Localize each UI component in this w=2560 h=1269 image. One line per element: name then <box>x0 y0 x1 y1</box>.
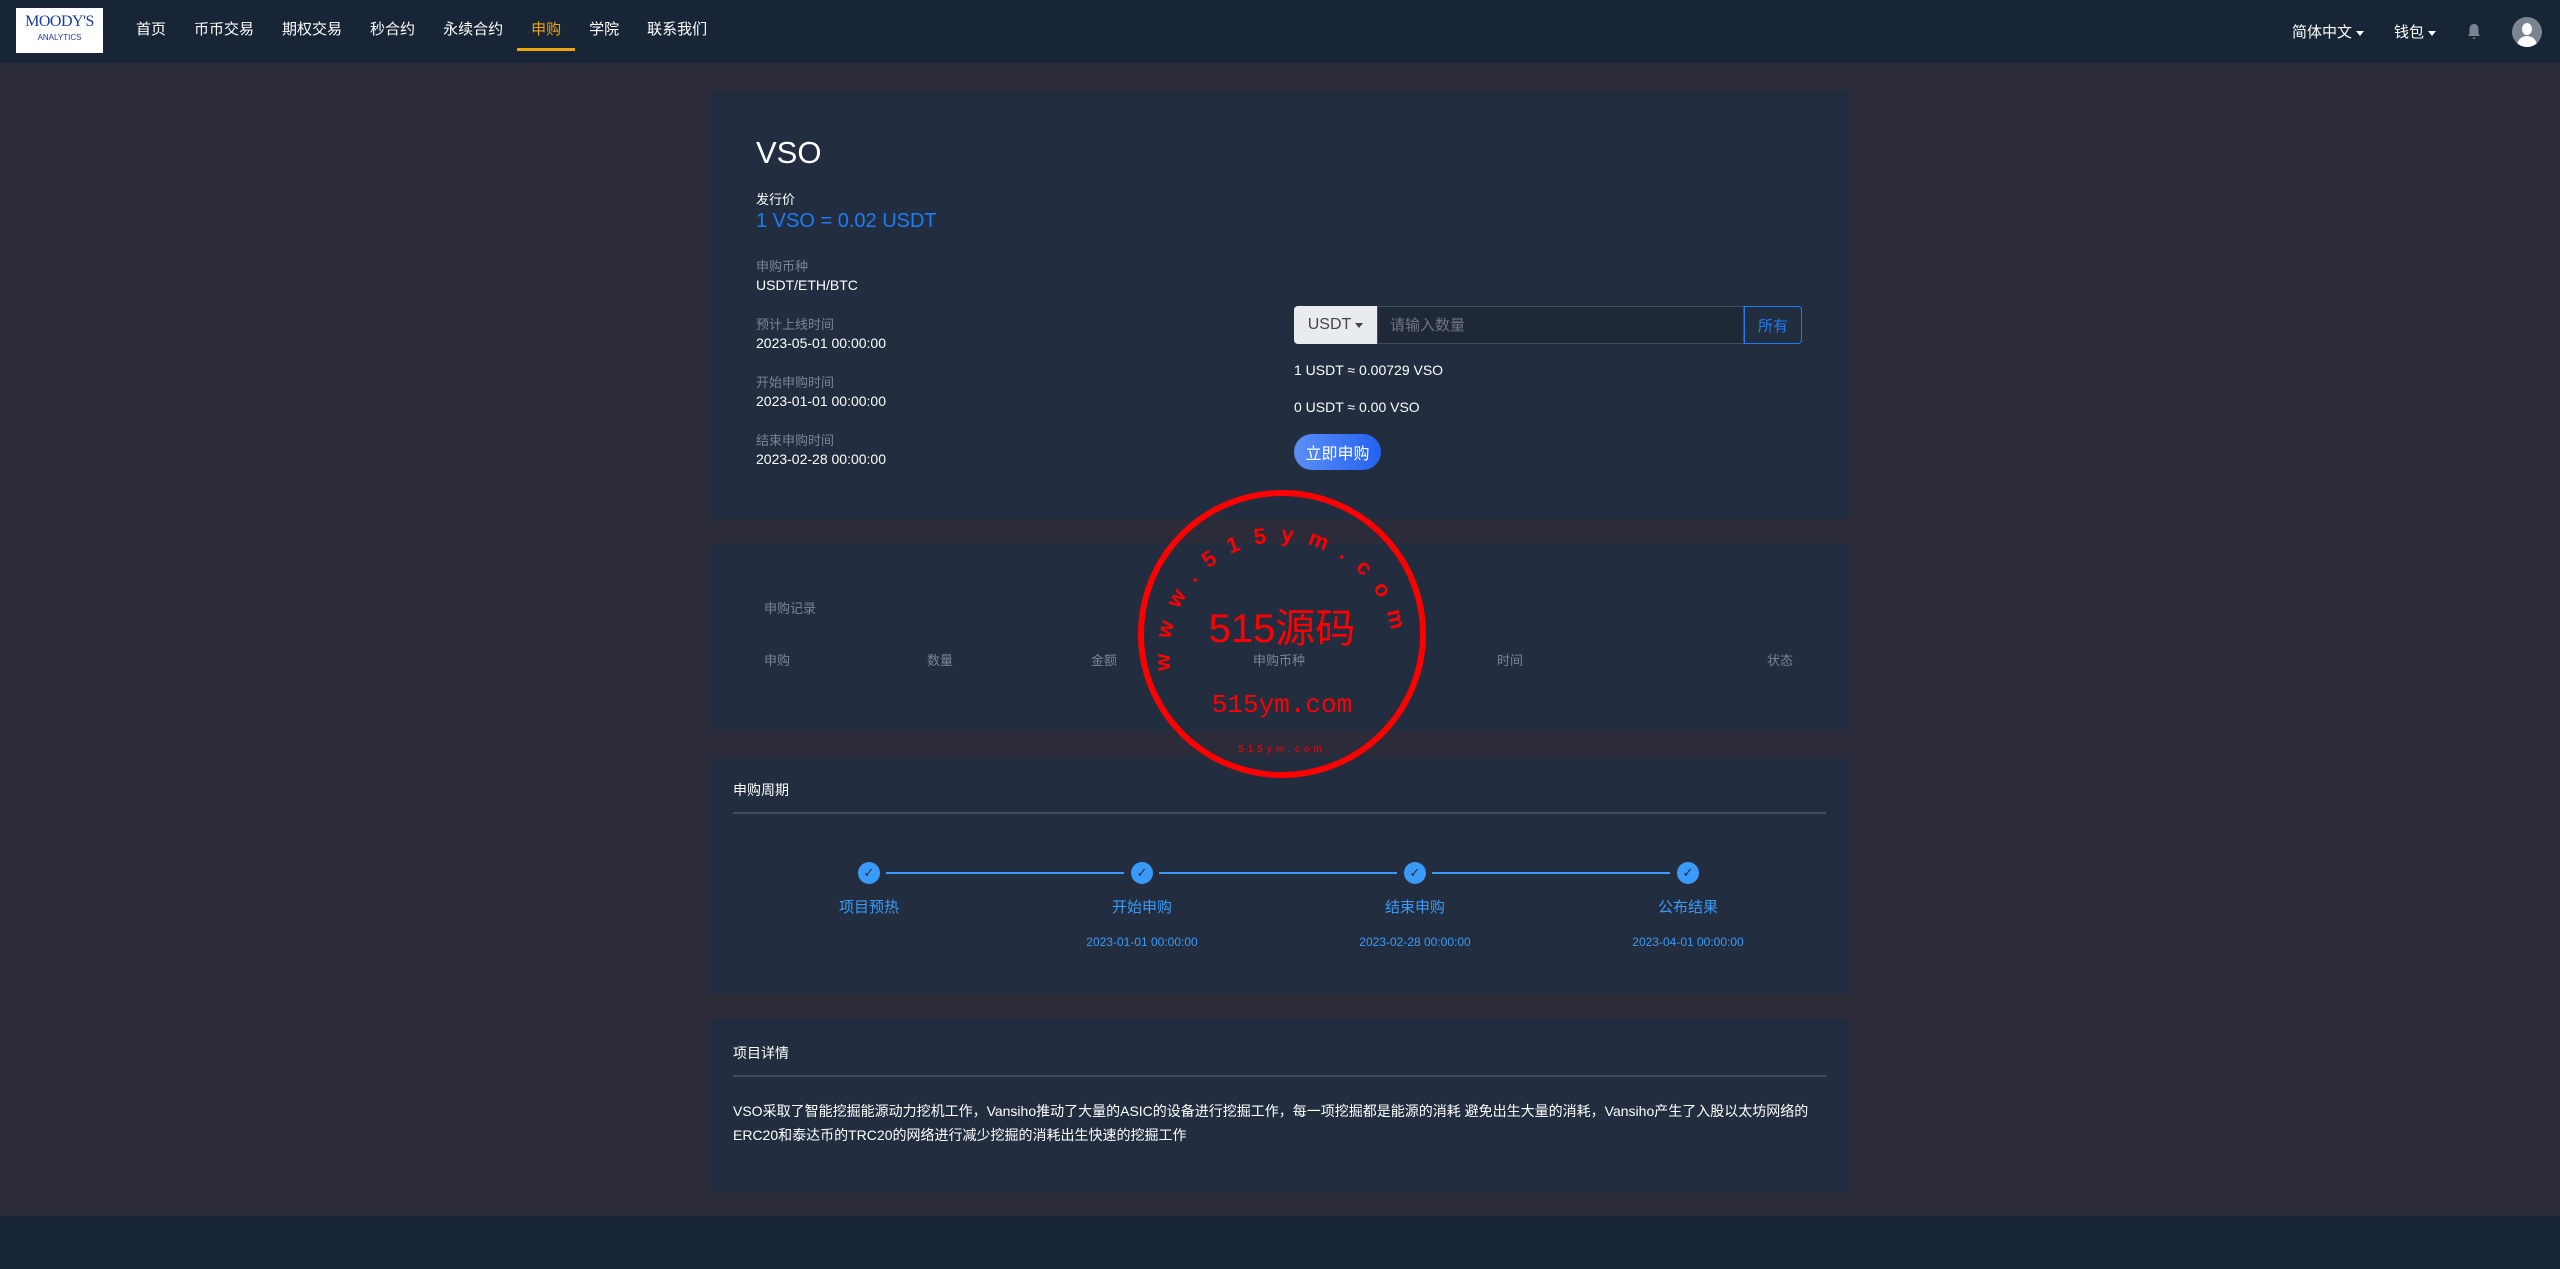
divider <box>733 812 1826 814</box>
field-value: USDT/ETH/BTC <box>756 277 858 293</box>
nav-options[interactable]: 期权交易 <box>268 0 356 63</box>
subscribe-form: USDT 所有 <box>1294 306 1802 344</box>
nav-contact[interactable]: 联系我们 <box>633 0 721 63</box>
records-title: 申购记录 <box>764 601 817 616</box>
field-label: 预计上线时间 <box>756 317 835 332</box>
field-value: 2023-05-01 00:00:00 <box>756 335 886 351</box>
wallet-dropdown[interactable]: 钱包 <box>2394 21 2436 42</box>
field-value: 2023-01-01 00:00:00 <box>756 393 886 409</box>
caret-down-icon <box>2355 30 2364 36</box>
watermark-stamp: www.515ym.com 515源码 515ym.com 515ym.com <box>1138 490 1426 778</box>
caret-down-icon <box>2428 30 2436 36</box>
top-navbar: MOODY'S ANALYTICS 首页 币币交易 期权交易 秒合约 永续合约 申… <box>0 0 2560 63</box>
column-header: 申购 <box>764 653 791 668</box>
amount-input[interactable] <box>1377 306 1744 344</box>
currency-select[interactable]: USDT <box>1294 306 1377 344</box>
price-label: 发行价 <box>756 192 796 207</box>
cycle-step: ✓ 项目预热 <box>769 862 969 935</box>
svg-text:515ym.com: 515ym.com <box>1212 690 1352 720</box>
issue-price: 1 VSO = 0.02 USDT <box>756 210 937 232</box>
caret-down-icon <box>1355 322 1364 328</box>
nav-home[interactable]: 首页 <box>122 0 180 63</box>
nav-seconds[interactable]: 秒合约 <box>356 0 429 63</box>
field-label: 结束申购时间 <box>756 433 835 448</box>
column-header: 金额 <box>1091 653 1118 668</box>
exchange-rate: 1 USDT ≈ 0.00729 VSO <box>1294 362 1444 378</box>
project-card: VSO 发行价 1 VSO = 0.02 USDT 申购币种 USDT/ETH/… <box>709 90 1850 519</box>
nav-subscribe[interactable]: 申购 <box>517 0 576 63</box>
field-value: 2023-02-28 00:00:00 <box>756 451 886 467</box>
check-icon: ✓ <box>1404 862 1426 884</box>
avatar[interactable] <box>2512 16 2542 47</box>
project-title: VSO <box>756 135 822 170</box>
column-header: 时间 <box>1497 653 1524 668</box>
column-header: 状态 <box>1767 653 1794 668</box>
all-button[interactable]: 所有 <box>1744 306 1802 344</box>
divider <box>733 1075 1826 1077</box>
details-text: VSO采取了智能挖掘能源动力挖机工作，Vansiho推动了大量的ASIC的设备进… <box>733 1103 1809 1143</box>
details-title: 项目详情 <box>733 1045 789 1061</box>
cycle-card: 申购周期 ✓ 项目预热 ✓ 开始申购 2023-01-01 00:00:00 ✓ 结束申… <box>709 756 1850 993</box>
check-icon: ✓ <box>1677 862 1699 884</box>
field-label: 开始申购时间 <box>756 375 835 390</box>
cycle-step: ✓ 公布结果 2023-04-01 00:00:00 <box>1588 862 1788 949</box>
cycle-title: 申购周期 <box>733 782 789 798</box>
estimate: 0 USDT ≈ 0.00 VSO <box>1294 399 1420 415</box>
bell-icon[interactable] <box>2466 23 2482 41</box>
svg-text:515ym.com: 515ym.com <box>1238 744 1326 755</box>
svg-text:515源码: 515源码 <box>1209 607 1356 651</box>
check-icon: ✓ <box>858 862 880 884</box>
footer <box>0 1216 2560 1269</box>
cycle-step: ✓ 结束申购 2023-02-28 00:00:00 <box>1315 862 1515 949</box>
field-label: 申购币种 <box>756 259 809 274</box>
nav-spot[interactable]: 币币交易 <box>180 0 268 63</box>
check-icon: ✓ <box>1131 862 1153 884</box>
column-header: 数量 <box>927 653 954 668</box>
details-card: 项目详情 VSO采取了智能挖掘能源动力挖机工作，Vansiho推动了大量的ASI… <box>709 1019 1850 1192</box>
cycle-step: ✓ 开始申购 2023-01-01 00:00:00 <box>1042 862 1242 949</box>
language-dropdown[interactable]: 简体中文 <box>2292 21 2364 42</box>
logo[interactable]: MOODY'S ANALYTICS <box>16 8 103 53</box>
nav-academy[interactable]: 学院 <box>575 0 633 63</box>
nav-perpetual[interactable]: 永续合约 <box>429 0 517 63</box>
subscribe-button[interactable]: 立即申购 <box>1294 434 1381 470</box>
